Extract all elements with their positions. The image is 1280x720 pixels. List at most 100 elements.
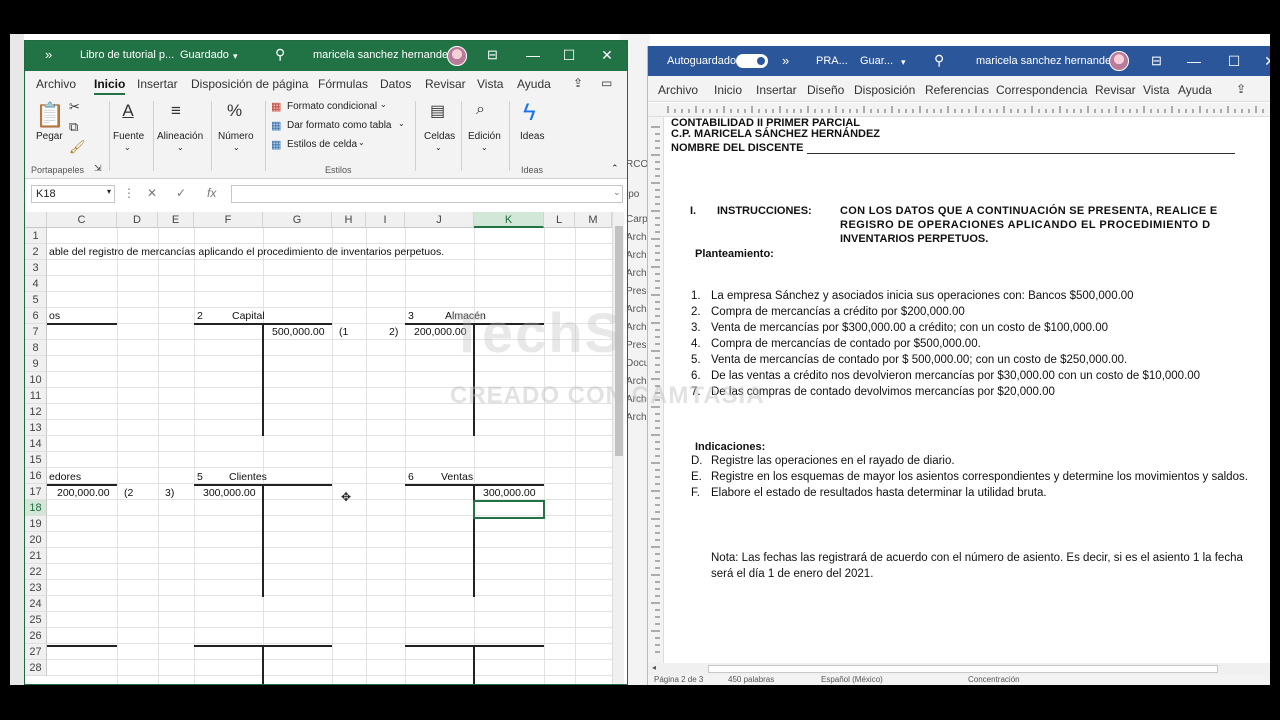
tab-insertar[interactable]: Insertar (137, 77, 178, 91)
tab-referencias[interactable]: Referencias (925, 83, 989, 97)
formula-input[interactable] (231, 185, 623, 203)
row-header[interactable]: 18 (25, 500, 47, 516)
tab-ayuda[interactable]: Ayuda (1178, 83, 1212, 97)
row-header[interactable]: 6 (25, 308, 47, 324)
row-header[interactable]: 25 (25, 612, 47, 628)
maximize-icon[interactable]: ☐ (1224, 53, 1244, 70)
chevron-down-icon[interactable]: ⌄ (124, 143, 131, 152)
chevron-down-icon[interactable]: ⌄ (481, 143, 488, 152)
cell[interactable]: Clientes (229, 469, 267, 485)
share-icon[interactable]: ⇪ (573, 76, 583, 90)
cell[interactable]: 3) (165, 485, 174, 501)
column-header[interactable]: J (405, 212, 474, 228)
row-header[interactable]: 12 (25, 404, 47, 420)
cell[interactable]: Ventas (441, 469, 473, 485)
chevron-down-icon[interactable]: ⌄ (435, 143, 442, 152)
tab-disposicion[interactable]: Disposición de página (191, 77, 308, 91)
format-table-icon[interactable]: ▦ (271, 119, 281, 132)
chevron-down-icon[interactable]: ▾ (233, 51, 238, 62)
scroll-thumb[interactable] (615, 226, 623, 456)
format-painter-icon[interactable]: 🖌 (69, 139, 86, 155)
row-header[interactable]: 21 (25, 548, 47, 564)
row-header[interactable]: 26 (25, 628, 47, 644)
save-state[interactable]: Guar... (860, 55, 893, 67)
tab-vista[interactable]: Vista (1143, 83, 1169, 97)
percent-icon[interactable]: % (227, 101, 242, 121)
row-header[interactable]: 17 (25, 484, 47, 500)
conditional-format-icon[interactable]: ▦ (271, 100, 281, 113)
page-count[interactable]: Página 2 de 3 (654, 675, 703, 684)
search-icon[interactable]: ⚲ (934, 52, 944, 69)
enter-icon[interactable]: ✓ (176, 186, 186, 200)
column-header[interactable]: C (47, 212, 117, 228)
chevron-down-icon[interactable]: ⌄ (233, 143, 240, 152)
row-header[interactable]: 5 (25, 292, 47, 308)
column-header[interactable]: D (117, 212, 158, 228)
ribbon-display-icon[interactable]: ⊟ (487, 47, 498, 63)
tab-inicio[interactable]: Inicio (94, 77, 126, 95)
row-header[interactable]: 20 (25, 532, 47, 548)
tab-inicio[interactable]: Inicio (714, 83, 742, 97)
cell-title[interactable]: able del registro de mercancías aplicand… (49, 244, 444, 260)
row-header[interactable]: 24 (25, 596, 47, 612)
tab-revisar[interactable]: Revisar (425, 77, 466, 91)
tab-vista[interactable]: Vista (477, 77, 503, 91)
cell[interactable]: Capital (232, 308, 265, 324)
row-header[interactable]: 19 (25, 516, 47, 532)
cell[interactable]: 6 (408, 469, 414, 485)
cell[interactable]: (1 (339, 324, 348, 340)
column-header[interactable]: K (474, 212, 544, 228)
cut-icon[interactable]: ✂ (69, 99, 80, 115)
column-header[interactable]: L (544, 212, 575, 228)
chevron-down-icon[interactable]: ⌄ (177, 143, 184, 152)
avatar[interactable] (1109, 51, 1129, 71)
cell[interactable]: 2) (389, 324, 398, 340)
row-header[interactable]: 22 (25, 564, 47, 580)
search-icon[interactable]: ⚲ (275, 46, 285, 63)
cell[interactable]: 200,000.00 (57, 485, 110, 501)
tab-disposicion[interactable]: Disposición (854, 83, 915, 97)
chevron-down-icon[interactable]: ⌄ (398, 119, 405, 128)
vertical-scrollbar[interactable] (612, 212, 624, 684)
comments-icon[interactable]: ▭ (601, 76, 612, 90)
minimize-icon[interactable]: — (523, 47, 543, 63)
chevron-down-icon[interactable]: ⌄ (613, 187, 621, 198)
close-icon[interactable]: ✕ (1260, 53, 1270, 70)
more-commands-icon[interactable]: » (782, 53, 789, 68)
column-header[interactable]: F (194, 212, 263, 228)
row-header[interactable]: 7 (25, 324, 47, 340)
row-header[interactable]: 16 (25, 468, 47, 484)
row-header[interactable]: 15 (25, 452, 47, 468)
cells-button[interactable]: Celdas (424, 131, 455, 142)
cell[interactable]: 300,000.00 (483, 485, 536, 501)
ideas-icon[interactable]: ϟ (523, 99, 536, 127)
cell[interactable]: os (49, 308, 60, 324)
font-button[interactable]: Fuente (113, 131, 144, 142)
ideas-button[interactable]: Ideas (520, 131, 544, 142)
function-icon[interactable]: fx (207, 186, 216, 200)
cell-styles-icon[interactable]: ▦ (271, 138, 281, 151)
cell[interactable]: 500,000.00 (272, 324, 325, 340)
column-header[interactable]: H (332, 212, 366, 228)
conditional-format-button[interactable]: Formato condicional (287, 101, 377, 112)
cell-styles-button[interactable]: Estilos de celda (287, 139, 357, 150)
focus-mode[interactable]: Concentración (968, 675, 1020, 684)
copy-icon[interactable]: ⧉ (69, 119, 78, 135)
editing-button[interactable]: Edición (468, 131, 501, 142)
tab-formulas[interactable]: Fórmulas (318, 77, 368, 91)
save-state[interactable]: Guardado (180, 49, 229, 61)
select-all-corner[interactable] (25, 212, 47, 228)
row-header[interactable]: 28 (25, 660, 47, 676)
user-name[interactable]: maricela sanchez hernandez (976, 55, 1117, 67)
font-icon[interactable]: A (117, 101, 139, 121)
cell[interactable]: Almacén (445, 308, 486, 324)
row-header[interactable]: 10 (25, 372, 47, 388)
cell[interactable]: 3 (408, 308, 414, 324)
close-icon[interactable]: ✕ (597, 47, 617, 64)
paste-button[interactable]: Pegar (36, 131, 63, 142)
cell[interactable]: 2 (197, 308, 203, 324)
share-icon[interactable]: ⇪ (1236, 82, 1246, 96)
column-header[interactable]: I (366, 212, 405, 228)
more-commands-icon[interactable]: » (45, 47, 52, 62)
horizontal-ruler[interactable] (648, 103, 1270, 117)
